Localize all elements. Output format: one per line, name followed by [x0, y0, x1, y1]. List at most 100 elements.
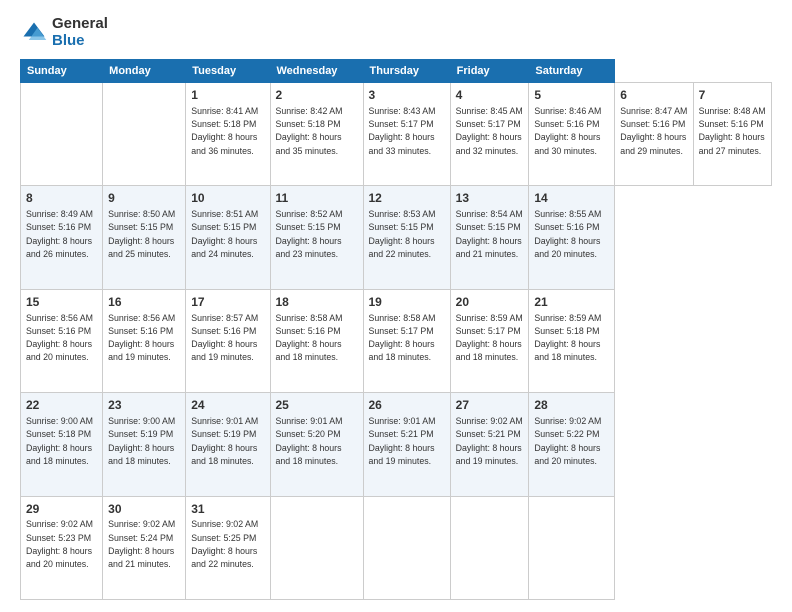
- day-cell-13: 13Sunrise: 8:54 AMSunset: 5:15 PMDayligh…: [450, 186, 529, 289]
- day-cell-25: 25Sunrise: 9:01 AMSunset: 5:20 PMDayligh…: [270, 393, 363, 496]
- daylight-text: Daylight: 8 hours and 18 minutes.: [456, 339, 522, 362]
- sunset-text: Sunset: 5:15 PM: [191, 222, 256, 232]
- sunset-text: Sunset: 5:17 PM: [369, 326, 434, 336]
- empty-cell: [450, 496, 529, 599]
- sunset-text: Sunset: 5:23 PM: [26, 533, 91, 543]
- week-row-2: 8 Sunrise: 8:49 AM Sunset: 5:16 PM Daylight…: [21, 186, 772, 289]
- sunrise-text: Sunrise: 8:53 AM: [369, 209, 436, 219]
- sunset-text: Sunset: 5:18 PM: [534, 326, 599, 336]
- sunrise-text: Sunrise: 8:47 AM: [620, 106, 687, 116]
- day-number: 20: [456, 294, 524, 311]
- sunset-text: Sunset: 5:16 PM: [534, 222, 599, 232]
- daylight-text: Daylight: 8 hours and 18 minutes.: [369, 339, 435, 362]
- day-header-wednesday: Wednesday: [270, 60, 363, 83]
- day-number: 16: [108, 294, 180, 311]
- logo: General Blue: [20, 16, 108, 49]
- sunset-text: Sunset: 5:16 PM: [26, 222, 91, 232]
- header-row: SundayMondayTuesdayWednesdayThursdayFrid…: [21, 60, 772, 83]
- day-cell-14: 14Sunrise: 8:55 AMSunset: 5:16 PMDayligh…: [529, 186, 615, 289]
- day-number: 13: [456, 190, 524, 207]
- sunset-text: Sunset: 5:16 PM: [276, 326, 341, 336]
- day-cell-5: 5Sunrise: 8:46 AMSunset: 5:16 PMDaylight…: [529, 83, 615, 186]
- day-number: 6: [620, 87, 687, 104]
- sunset-text: Sunset: 5:16 PM: [620, 119, 685, 129]
- sunset-text: Sunset: 5:21 PM: [369, 429, 434, 439]
- daylight-text: Daylight: 8 hours and 26 minutes.: [26, 236, 92, 259]
- day-cell-10: 10 Sunrise: 8:51 AM Sunset: 5:15 PM Dayligh…: [186, 186, 270, 289]
- sunrise-text: Sunrise: 8:59 AM: [534, 313, 601, 323]
- daylight-text: Daylight: 8 hours and 25 minutes.: [108, 236, 174, 259]
- day-header-monday: Monday: [103, 60, 186, 83]
- daylight-text: Daylight: 8 hours and 27 minutes.: [699, 132, 765, 155]
- sunset-text: Sunset: 5:17 PM: [369, 119, 434, 129]
- day-number: 19: [369, 294, 445, 311]
- day-cell-26: 26Sunrise: 9:01 AMSunset: 5:21 PMDayligh…: [363, 393, 450, 496]
- logo-text: General Blue: [52, 16, 108, 49]
- header: General Blue: [20, 16, 772, 49]
- daylight-text: Daylight: 8 hours and 36 minutes.: [191, 132, 257, 155]
- sunrise-text: Sunrise: 8:57 AM: [191, 313, 258, 323]
- calendar-table: SundayMondayTuesdayWednesdayThursdayFrid…: [20, 59, 772, 600]
- sunrise-text: Sunrise: 9:01 AM: [276, 416, 343, 426]
- week-row-1: 1Sunrise: 8:41 AMSunset: 5:18 PMDaylight…: [21, 83, 772, 186]
- day-cell-22: 22Sunrise: 9:00 AMSunset: 5:18 PMDayligh…: [21, 393, 103, 496]
- day-cell-12: 12Sunrise: 8:53 AMSunset: 5:15 PMDayligh…: [363, 186, 450, 289]
- sunset-text: Sunset: 5:18 PM: [26, 429, 91, 439]
- daylight-text: Daylight: 8 hours and 19 minutes.: [456, 443, 522, 466]
- sunrise-text: Sunrise: 8:52 AM: [276, 209, 343, 219]
- day-number: 8: [26, 190, 97, 207]
- daylight-text: Daylight: 8 hours and 24 minutes.: [191, 236, 257, 259]
- sunset-text: Sunset: 5:25 PM: [191, 533, 256, 543]
- day-number: 28: [534, 397, 609, 414]
- sunrise-text: Sunrise: 9:00 AM: [108, 416, 175, 426]
- day-cell-20: 20Sunrise: 8:59 AMSunset: 5:17 PMDayligh…: [450, 289, 529, 392]
- daylight-text: Daylight: 8 hours and 18 minutes.: [108, 443, 174, 466]
- day-number: 2: [276, 87, 358, 104]
- day-cell-4: 4Sunrise: 8:45 AMSunset: 5:17 PMDaylight…: [450, 83, 529, 186]
- sunrise-text: Sunrise: 8:48 AM: [699, 106, 766, 116]
- sunset-text: Sunset: 5:17 PM: [456, 326, 521, 336]
- day-number: 22: [26, 397, 97, 414]
- day-cell-28: 28Sunrise: 9:02 AMSunset: 5:22 PMDayligh…: [529, 393, 615, 496]
- sunset-text: Sunset: 5:15 PM: [369, 222, 434, 232]
- sunset-text: Sunset: 5:15 PM: [108, 222, 173, 232]
- day-number: 31: [191, 501, 264, 518]
- day-header-tuesday: Tuesday: [186, 60, 270, 83]
- daylight-text: Daylight: 8 hours and 21 minutes.: [456, 236, 522, 259]
- daylight-text: Daylight: 8 hours and 20 minutes.: [26, 339, 92, 362]
- day-cell-23: 23Sunrise: 9:00 AMSunset: 5:19 PMDayligh…: [103, 393, 186, 496]
- logo-blue: Blue: [52, 33, 108, 50]
- daylight-text: Daylight: 8 hours and 22 minutes.: [369, 236, 435, 259]
- sunrise-text: Sunrise: 8:51 AM: [191, 209, 258, 219]
- sunrise-text: Sunrise: 8:56 AM: [108, 313, 175, 323]
- sunrise-text: Sunrise: 8:41 AM: [191, 106, 258, 116]
- sunset-text: Sunset: 5:16 PM: [699, 119, 764, 129]
- day-cell-9: 9 Sunrise: 8:50 AM Sunset: 5:15 PM Daylight…: [103, 186, 186, 289]
- day-cell-2: 2Sunrise: 8:42 AMSunset: 5:18 PMDaylight…: [270, 83, 363, 186]
- day-cell-8: 8 Sunrise: 8:49 AM Sunset: 5:16 PM Daylight…: [21, 186, 103, 289]
- empty-cell: [363, 496, 450, 599]
- day-number: 27: [456, 397, 524, 414]
- sunrise-text: Sunrise: 9:02 AM: [534, 416, 601, 426]
- day-number: 4: [456, 87, 524, 104]
- sunrise-text: Sunrise: 9:02 AM: [26, 519, 93, 529]
- sunrise-text: Sunrise: 9:01 AM: [369, 416, 436, 426]
- sunset-text: Sunset: 5:18 PM: [191, 119, 256, 129]
- sunrise-text: Sunrise: 8:49 AM: [26, 209, 93, 219]
- day-number: 5: [534, 87, 609, 104]
- logo-general: General: [52, 16, 108, 33]
- day-cell-21: 21Sunrise: 8:59 AMSunset: 5:18 PMDayligh…: [529, 289, 615, 392]
- day-number: 9: [108, 190, 180, 207]
- day-cell-6: 6Sunrise: 8:47 AMSunset: 5:16 PMDaylight…: [615, 83, 693, 186]
- sunrise-text: Sunrise: 8:50 AM: [108, 209, 175, 219]
- week-row-5: 29Sunrise: 9:02 AMSunset: 5:23 PMDayligh…: [21, 496, 772, 599]
- day-cell-11: 11Sunrise: 8:52 AMSunset: 5:15 PMDayligh…: [270, 186, 363, 289]
- sunrise-text: Sunrise: 8:42 AM: [276, 106, 343, 116]
- day-cell-27: 27Sunrise: 9:02 AMSunset: 5:21 PMDayligh…: [450, 393, 529, 496]
- daylight-text: Daylight: 8 hours and 20 minutes.: [534, 443, 600, 466]
- sunset-text: Sunset: 5:19 PM: [191, 429, 256, 439]
- day-number: 10: [191, 190, 264, 207]
- sunrise-text: Sunrise: 8:58 AM: [276, 313, 343, 323]
- sunset-text: Sunset: 5:15 PM: [276, 222, 341, 232]
- day-cell-24: 24Sunrise: 9:01 AMSunset: 5:19 PMDayligh…: [186, 393, 270, 496]
